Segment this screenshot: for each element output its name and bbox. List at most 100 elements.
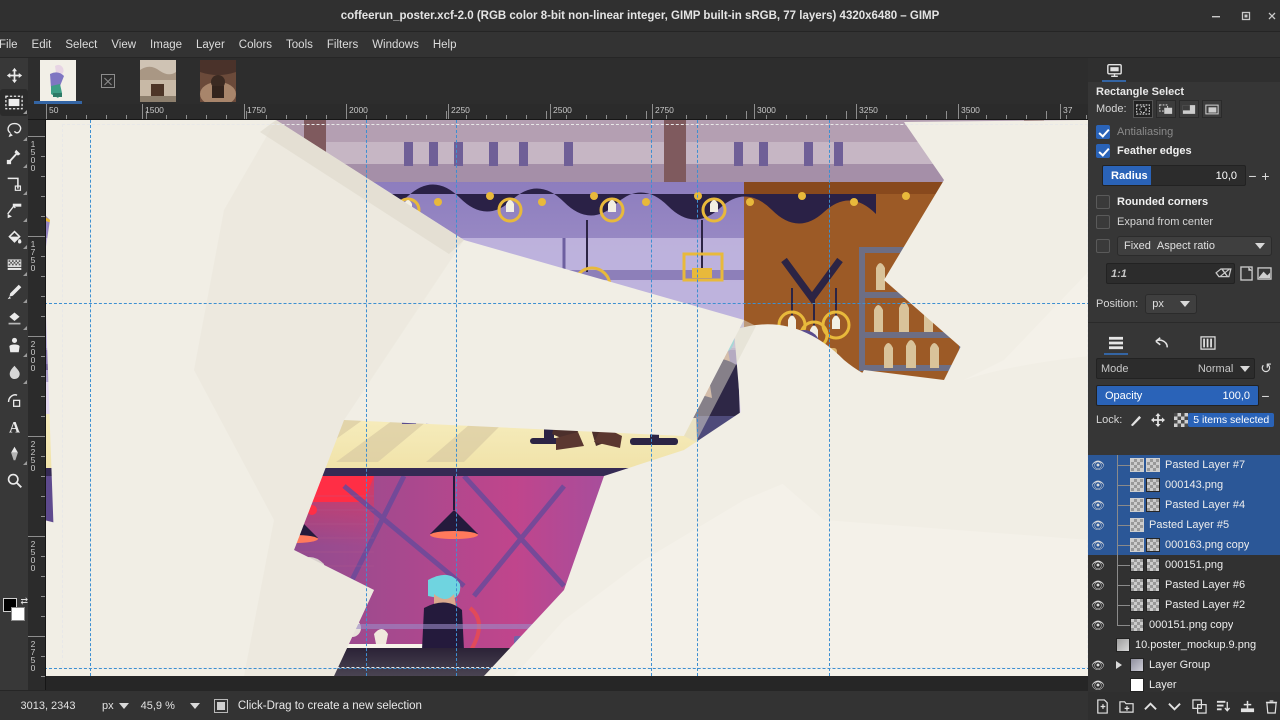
delete-layer-icon[interactable] <box>1264 698 1280 715</box>
radius-slider[interactable]: Radius 10,0 <box>1102 165 1246 186</box>
rounded-corners-checkbox[interactable] <box>1096 195 1110 209</box>
zoom-tool[interactable] <box>0 467 28 494</box>
window-maximize-button[interactable] <box>1238 8 1254 24</box>
text-tool[interactable]: A <box>0 413 28 440</box>
paintbrush-tool[interactable] <box>0 278 28 305</box>
rounded-corners-row[interactable]: Rounded corners <box>1088 188 1280 211</box>
eraser-tool[interactable] <box>0 251 28 278</box>
layer-row-10[interactable]: 👁 Layer Group <box>1088 655 1280 675</box>
image-canvas[interactable] <box>46 120 1088 690</box>
image-tab-3[interactable] <box>188 58 248 104</box>
expand-from-center-row[interactable]: Expand from center <box>1088 211 1280 231</box>
antialiasing-checkbox[interactable] <box>1096 125 1110 139</box>
new-layer-icon[interactable] <box>1094 698 1110 715</box>
layer-visibility-icon[interactable]: 👁 <box>1088 519 1108 532</box>
measure-tool[interactable] <box>0 386 28 413</box>
aspect-ratio-input[interactable]: 1:1 ⌫ <box>1106 263 1235 284</box>
duplicate-layer-icon[interactable] <box>1191 698 1207 715</box>
rectangle-select-tool[interactable] <box>0 89 28 116</box>
antialiasing-row[interactable]: Antialiasing <box>1088 120 1280 141</box>
menu-item-edit[interactable]: Edit <box>25 36 59 54</box>
free-select-tool[interactable] <box>0 116 28 143</box>
image-tab-1[interactable] <box>28 58 88 104</box>
menu-item-colors[interactable]: Colors <box>232 36 279 54</box>
menu-item-file[interactable]: File <box>0 36 25 54</box>
image-tab-2[interactable] <box>128 58 188 104</box>
menu-item-windows[interactable]: Windows <box>365 36 426 54</box>
layer-mode-dropdown[interactable]: Mode Normal <box>1096 358 1255 379</box>
layer-visibility-icon[interactable]: 👁 <box>1088 459 1108 472</box>
tab-undo-history[interactable] <box>1148 331 1176 355</box>
background-color-swatch[interactable] <box>11 607 25 621</box>
window-minimize-button[interactable] <box>1208 8 1224 24</box>
unified-transform-tool[interactable] <box>0 197 28 224</box>
layer-visibility-icon[interactable]: 👁 <box>1088 539 1108 552</box>
expand-from-center-checkbox[interactable] <box>1096 215 1110 229</box>
tab-channels[interactable] <box>1194 331 1222 355</box>
radius-increment-button[interactable]: + <box>1259 170 1272 182</box>
position-unit-dropdown[interactable]: px <box>1145 294 1197 314</box>
layer-visibility-icon[interactable]: 👁 <box>1088 679 1108 692</box>
new-layer-group-icon[interactable] <box>1118 698 1134 715</box>
tab-layers[interactable] <box>1102 331 1130 355</box>
quickmask-icon[interactable] <box>214 699 228 713</box>
reset-mode-icon[interactable]: ↺ <box>1260 360 1272 377</box>
vertical-ruler[interactable]: 150017502000225025002750 <box>28 120 46 690</box>
menu-item-tools[interactable]: Tools <box>279 36 320 54</box>
foreground-background-color[interactable]: ⇄ <box>3 598 27 624</box>
close-image-tab-button[interactable] <box>88 58 128 104</box>
tab-tool-options[interactable] <box>1100 58 1128 82</box>
unit-dropdown[interactable]: px <box>96 700 135 712</box>
layer-visibility-icon[interactable]: 👁 <box>1088 579 1108 592</box>
menu-item-image[interactable]: Image <box>143 36 189 54</box>
feather-edges-checkbox[interactable] <box>1096 144 1110 158</box>
layer-visibility-icon[interactable]: 👁 <box>1088 599 1108 612</box>
clear-ratio-icon[interactable]: ⌫ <box>1214 267 1230 280</box>
feather-edges-row[interactable]: Feather edges <box>1088 141 1280 160</box>
clone-tool[interactable] <box>0 332 28 359</box>
smudge-tool[interactable] <box>0 359 28 386</box>
layer-row-9[interactable]: 10.poster_mockup.9.png <box>1088 635 1280 655</box>
opacity-decrement-button[interactable]: − <box>1259 390 1272 402</box>
layer-visibility-icon[interactable]: 👁 <box>1088 619 1108 632</box>
lock-alpha-icon[interactable] <box>1174 413 1188 427</box>
anchor-layer-icon[interactable] <box>1240 698 1256 715</box>
menu-item-select[interactable]: Select <box>58 36 104 54</box>
lock-position-icon[interactable] <box>1151 413 1165 427</box>
layer-visibility-icon[interactable]: 👁 <box>1088 499 1108 512</box>
mode-add-button[interactable] <box>1156 100 1176 118</box>
menu-item-help[interactable]: Help <box>426 36 464 54</box>
merge-down-icon[interactable] <box>1215 698 1231 715</box>
mode-subtract-button[interactable] <box>1179 100 1199 118</box>
fixed-checkbox[interactable] <box>1096 239 1110 253</box>
color-picker-tool[interactable] <box>0 440 28 467</box>
guide-horizontal-2[interactable] <box>46 668 1088 669</box>
menu-item-view[interactable]: View <box>104 36 143 54</box>
portrait-orientation-button[interactable] <box>1240 266 1253 281</box>
bucket-fill-tool[interactable] <box>0 224 28 251</box>
lower-layer-icon[interactable] <box>1167 698 1183 715</box>
radius-decrement-button[interactable]: − <box>1246 170 1259 182</box>
layer-row-8[interactable]: 👁 000151.png copy <box>1088 615 1280 635</box>
layer-visibility-icon[interactable]: 👁 <box>1088 559 1108 572</box>
lock-pixels-icon[interactable] <box>1129 414 1142 427</box>
layer-visibility-icon[interactable]: 👁 <box>1088 659 1108 672</box>
landscape-orientation-button[interactable] <box>1257 267 1272 280</box>
layer-visibility-icon[interactable]: 👁 <box>1088 479 1108 492</box>
menu-item-layer[interactable]: Layer <box>189 36 232 54</box>
paths-tool[interactable] <box>0 143 28 170</box>
zoom-dropdown[interactable]: 45,9 % <box>135 700 206 712</box>
crop-tool[interactable] <box>0 170 28 197</box>
swap-colors-icon[interactable]: ⇄ <box>20 596 28 607</box>
move-tool[interactable] <box>0 62 28 89</box>
horizontal-ruler[interactable]: 5015001750200022502500275030003250350037 <box>28 104 1088 120</box>
raise-layer-icon[interactable] <box>1143 698 1159 715</box>
fixed-aspect-dropdown[interactable]: Fixed Aspect ratio <box>1117 236 1272 256</box>
layer-group-expander[interactable] <box>1108 655 1130 675</box>
mode-intersect-button[interactable] <box>1202 100 1222 118</box>
opacity-slider[interactable]: Opacity 100,0 <box>1096 385 1259 406</box>
menu-item-filters[interactable]: Filters <box>320 36 365 54</box>
window-close-button[interactable] <box>1264 8 1280 24</box>
ink-tool[interactable] <box>0 305 28 332</box>
mode-replace-button[interactable] <box>1133 100 1153 118</box>
